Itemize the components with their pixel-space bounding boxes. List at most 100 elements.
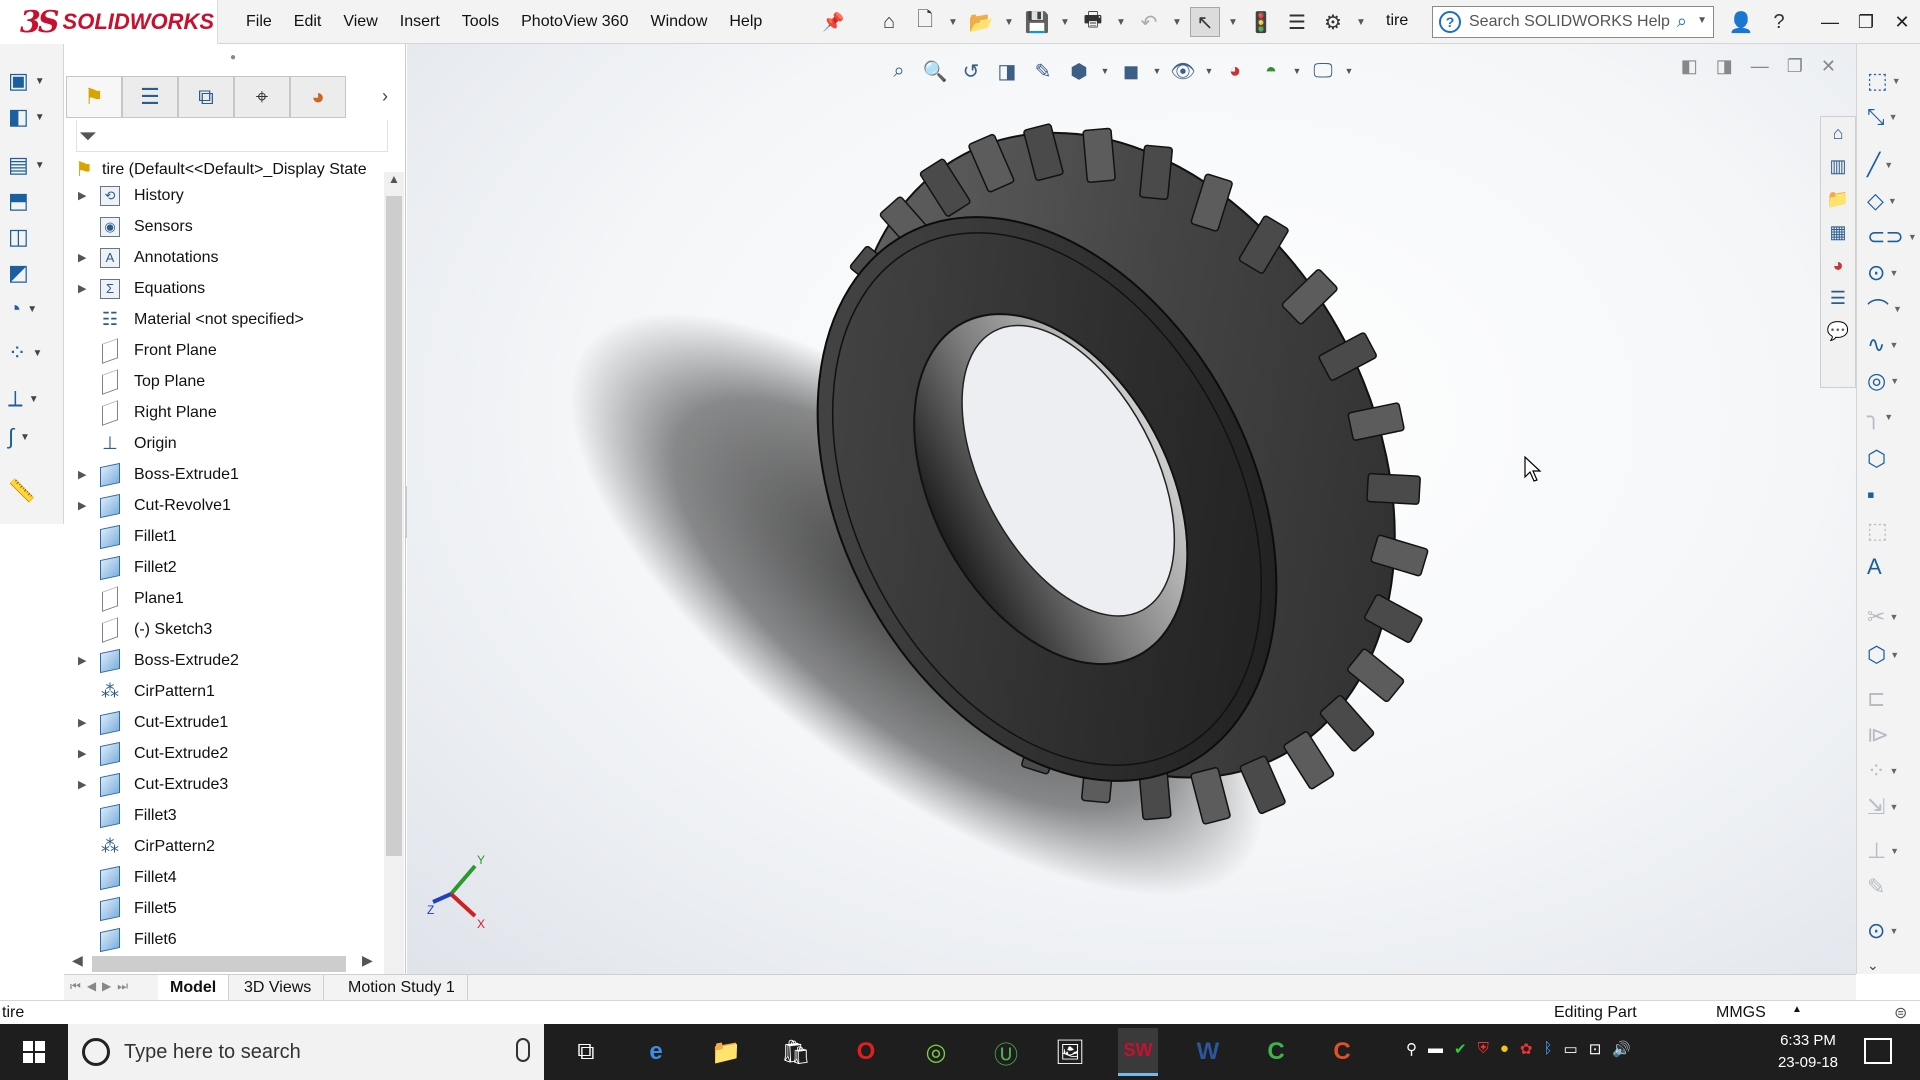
coin-icon[interactable]: ● (1500, 1040, 1509, 1058)
chevron-down-icon[interactable]: ▼ (1890, 650, 1899, 660)
scroll-up-icon[interactable]: ▲ (388, 172, 400, 186)
save-dropdown-arrow[interactable]: ▼ (1058, 7, 1072, 37)
bluetooth-icon[interactable]: ᛒ (1543, 1040, 1552, 1058)
app-green-leaf-icon[interactable]: ◎ (916, 1032, 956, 1072)
chevron-down-icon[interactable]: ▼ (1888, 196, 1897, 206)
chevron-down-icon[interactable]: ▼ (1890, 376, 1899, 386)
help-icon[interactable]: ? (1764, 7, 1794, 37)
arc-tool-icon[interactable]: ⌒ ▼ (1867, 294, 1915, 324)
people-icon[interactable]: ⚲ (1406, 1040, 1417, 1058)
camtasia-icon[interactable]: C (1256, 1032, 1296, 1072)
text-tool-icon[interactable]: A (1867, 552, 1915, 582)
appearances-scenes-icon[interactable]: ◕ (1821, 249, 1855, 282)
tree-item[interactable]: ⊥ Origin (64, 428, 386, 459)
restore-icon[interactable]: ❐ (1848, 12, 1884, 33)
tree-item[interactable]: ▶ Cut-Revolve1 (64, 490, 386, 521)
design-library-icon[interactable]: ▥ (1821, 150, 1855, 183)
custom-properties-icon[interactable]: ☰ (1821, 282, 1855, 315)
chevron-down-icon[interactable]: ▼ (1889, 766, 1898, 776)
store-icon[interactable]: 🛍 (776, 1032, 816, 1072)
scroll-thumb[interactable] (92, 956, 346, 972)
display-manager-tab-icon[interactable]: ◕ (290, 76, 346, 118)
chevron-down-icon[interactable]: ▼ (32, 348, 42, 359)
solidworks-resources-icon[interactable]: ⌂ (1821, 117, 1855, 150)
search-dropdown-arrow[interactable]: ▼ (1697, 15, 1707, 26)
chevron-down-icon[interactable]: ▼ (1889, 612, 1898, 622)
volume-icon[interactable]: 🔊 (1612, 1040, 1631, 1058)
menu-tools[interactable]: Tools (462, 13, 499, 31)
print-dropdown-arrow[interactable]: ▼ (1114, 7, 1128, 37)
chevron-down-icon[interactable]: ▼ (1884, 160, 1893, 170)
reference-geometry-icon[interactable]: ⟂ ▼ (8, 384, 56, 414)
chevron-down-icon[interactable]: ▼ (1889, 112, 1898, 122)
lofted-boss-icon[interactable]: ◫ (8, 222, 56, 252)
tree-item[interactable]: Fillet1 (64, 521, 386, 552)
slot-tool-icon[interactable]: ⊂⊃ ▼ (1867, 222, 1917, 252)
boundary-boss-icon[interactable]: ◩ (8, 258, 56, 288)
extruded-boss-icon[interactable]: ▣ ▼ (8, 66, 56, 96)
line-tool-icon[interactable]: ╱ ▼ (1867, 150, 1915, 180)
menu-help[interactable]: Help (729, 13, 762, 31)
microphone-icon[interactable] (516, 1038, 530, 1062)
previous-tab-icon[interactable]: ◀ (87, 979, 96, 994)
new-document-icon[interactable]: 🗋 (910, 7, 940, 37)
chevron-down-icon[interactable]: ▼ (35, 160, 45, 171)
tree-item[interactable]: Fillet2 (64, 552, 386, 583)
move-entities-icon[interactable]: ⇲ ▼ (1867, 792, 1915, 822)
opera-browser-icon[interactable]: O (846, 1032, 886, 1072)
security-check-icon[interactable]: ✔ (1454, 1040, 1467, 1058)
monitor-app-icon[interactable]: ▬ (1428, 1040, 1443, 1058)
expand-arrow-icon[interactable]: ▶ (78, 189, 86, 202)
fillet-tool-icon[interactable]: ◔ ▼ (8, 294, 56, 324)
display-relations-icon[interactable]: ⊥ ▼ (1867, 836, 1915, 866)
taskbar-search-box[interactable]: Type here to search (68, 1024, 544, 1080)
options-gear-icon[interactable]: ⚙ (1318, 7, 1348, 37)
tree-item[interactable]: Front Plane (64, 335, 386, 366)
expand-arrow-icon[interactable]: ▶ (78, 251, 86, 264)
menu-edit[interactable]: Edit (294, 13, 322, 31)
tree-item[interactable]: ▶ Boss-Extrude1 (64, 459, 386, 490)
recorder-app-icon[interactable]: C (1322, 1032, 1362, 1072)
circle-tool-icon[interactable]: ⊙ ▼ (1867, 258, 1915, 288)
rectangle-tool-icon[interactable]: ◇ ▼ (1867, 186, 1915, 216)
menu-window[interactable]: Window (650, 13, 707, 31)
spline-tool-icon[interactable]: ∿ ▼ (1867, 330, 1915, 360)
action-center-icon[interactable] (1864, 1038, 1892, 1064)
chevron-down-icon[interactable]: ▼ (1890, 846, 1899, 856)
menu-file[interactable]: File (246, 13, 272, 31)
tree-item[interactable]: ◉ Sensors (64, 211, 386, 242)
convert-entities-icon[interactable]: ⬡ ▼ (1867, 640, 1915, 670)
pin-menu-icon[interactable]: 📌 (822, 12, 844, 33)
tree-item[interactable]: ▶ Boss-Extrude2 (64, 645, 386, 676)
expand-arrow-icon[interactable]: ▶ (78, 282, 86, 295)
chevron-down-icon[interactable]: ▼ (1889, 926, 1898, 936)
tree-item[interactable]: ▶ Cut-Extrude3 (64, 769, 386, 800)
expand-arrow-icon[interactable]: ▶ (78, 778, 86, 791)
solidworks-taskbar-icon[interactable]: SW (1118, 1028, 1158, 1076)
network-icon[interactable]: ⊡ (1589, 1040, 1602, 1058)
repair-sketch-icon[interactable]: ✎ (1867, 872, 1915, 902)
scroll-left-icon[interactable]: ◀ (72, 952, 83, 969)
select-dropdown-arrow[interactable]: ▼ (1226, 7, 1240, 37)
property-manager-tab-icon[interactable]: ☰ (122, 76, 178, 118)
chevron-down-icon[interactable]: ▼ (1893, 304, 1902, 314)
menu-view[interactable]: View (343, 13, 377, 31)
undo-dropdown-arrow[interactable]: ▼ (1170, 7, 1184, 37)
last-tab-icon[interactable]: ⏭ (117, 979, 128, 994)
swept-boss-icon[interactable]: ⬒ (8, 186, 56, 216)
tree-item[interactable]: ▶ ⟲ History (64, 180, 386, 211)
menu-insert[interactable]: Insert (400, 13, 440, 31)
help-search-box[interactable]: ? Search SOLIDWORKS Help ⌕ ▼ (1432, 6, 1714, 38)
scroll-thumb[interactable] (386, 196, 402, 856)
expand-arrow-icon[interactable]: ▶ (78, 654, 86, 667)
sketch-icon[interactable]: ⬚ ▼ (1867, 66, 1915, 96)
tree-item[interactable]: Right Plane (64, 397, 386, 428)
configuration-manager-tab-icon[interactable]: ⧉ (178, 76, 234, 118)
tabs-scroll-right-icon[interactable]: › (382, 86, 388, 107)
view-palette-icon[interactable]: ▦ (1821, 216, 1855, 249)
tree-item[interactable]: ▶ Σ Equations (64, 273, 386, 304)
battery-icon[interactable]: ▭ (1564, 1040, 1578, 1058)
chevron-down-icon[interactable]: ▼ (1908, 232, 1917, 242)
tree-item[interactable]: Top Plane (64, 366, 386, 397)
revolved-boss-icon[interactable]: ◧ ▼ (8, 102, 56, 132)
